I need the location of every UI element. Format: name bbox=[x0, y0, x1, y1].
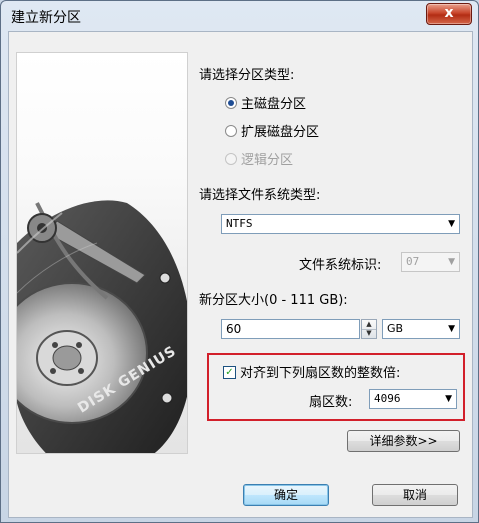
sector-count-value: 4096 bbox=[374, 392, 401, 405]
align-checkbox[interactable]: ✓ bbox=[223, 366, 236, 379]
align-label[interactable]: 对齐到下列扇区数的整数倍: bbox=[240, 362, 400, 381]
fs-type-label: 请选择文件系统类型: bbox=[199, 188, 321, 203]
fs-id-value: 07 bbox=[406, 255, 420, 268]
extended-partition-label[interactable]: 扩展磁盘分区 bbox=[241, 121, 319, 140]
fs-id-label: 文件系统标识: bbox=[299, 258, 382, 273]
check-icon: ✓ bbox=[225, 367, 234, 378]
fs-type-value: NTFS bbox=[226, 217, 253, 230]
size-label: 新分区大小(0 - 111 GB): bbox=[199, 293, 348, 308]
chevron-down-icon: ▼ bbox=[448, 219, 455, 229]
cancel-button[interactable]: 取消 bbox=[372, 484, 458, 506]
hard-disk-illustration: DISK GENIUS bbox=[16, 52, 188, 454]
ok-button[interactable]: 确定 bbox=[243, 484, 329, 506]
spin-down-icon[interactable]: ▼ bbox=[362, 329, 376, 338]
size-value: 60 bbox=[226, 322, 242, 336]
radio-logical-partition bbox=[225, 153, 237, 165]
size-spinner[interactable]: ▲ ▼ bbox=[361, 319, 377, 339]
size-unit-select[interactable]: GB ▼ bbox=[382, 319, 460, 339]
dialog-body: DISK GENIUS 请选择分区类型: 主磁盘分区 扩展磁盘分区 逻辑分区 请… bbox=[8, 31, 473, 518]
details-button[interactable]: 详细参数>> bbox=[347, 430, 460, 452]
primary-partition-label[interactable]: 主磁盘分区 bbox=[241, 93, 306, 112]
size-unit-value: GB bbox=[387, 322, 404, 335]
title-bar: 建立新分区 x bbox=[1, 1, 478, 31]
chevron-down-icon: ▼ bbox=[448, 257, 455, 267]
dialog-title: 建立新分区 bbox=[11, 10, 81, 26]
partition-type-label: 请选择分区类型: bbox=[199, 68, 295, 83]
sector-count-label: 扇区数: bbox=[309, 395, 353, 410]
size-input[interactable]: 60 bbox=[221, 319, 360, 339]
create-partition-dialog: 建立新分区 x DISK GENIUS 请选择分区类型: 主磁盘分区 扩展磁盘分… bbox=[0, 0, 479, 523]
chevron-down-icon: ▼ bbox=[448, 324, 455, 334]
logical-partition-label: 逻辑分区 bbox=[241, 153, 294, 168]
close-icon: x bbox=[444, 5, 454, 21]
fs-id-select: 07 ▼ bbox=[401, 252, 460, 272]
sector-count-select[interactable]: 4096 ▼ bbox=[369, 389, 457, 409]
radio-extended-partition[interactable] bbox=[225, 125, 237, 137]
chevron-down-icon: ▼ bbox=[445, 394, 452, 404]
close-button[interactable]: x bbox=[426, 3, 472, 25]
radio-primary-partition[interactable] bbox=[225, 97, 237, 109]
fs-type-select[interactable]: NTFS ▼ bbox=[221, 214, 460, 234]
